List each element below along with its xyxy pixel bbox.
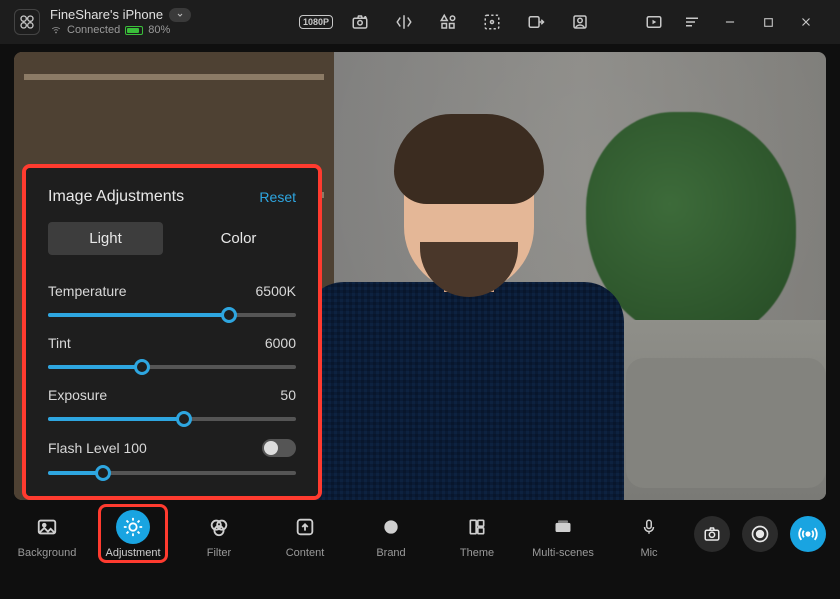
nav-background[interactable]: Background xyxy=(14,510,80,559)
snapshot-button[interactable] xyxy=(694,516,730,552)
nav-theme[interactable]: Theme xyxy=(444,510,510,559)
record-button[interactable] xyxy=(742,516,778,552)
chevron-down-icon xyxy=(169,8,191,22)
brand-icon xyxy=(374,510,408,544)
mic-icon xyxy=(632,510,666,544)
tab-color[interactable]: Color xyxy=(181,222,296,255)
tint-control: Tint 6000 xyxy=(48,335,296,375)
export-icon[interactable] xyxy=(526,13,546,31)
tint-slider[interactable] xyxy=(48,359,296,375)
library-icon[interactable] xyxy=(644,13,664,31)
theme-icon xyxy=(460,510,494,544)
image-icon xyxy=(30,510,64,544)
reset-button[interactable]: Reset xyxy=(259,189,296,205)
exposure-value: 50 xyxy=(280,387,296,403)
video-preview: Image Adjustments Reset Light Color Temp… xyxy=(14,52,826,500)
scenes-icon xyxy=(546,510,580,544)
status-text: Connected xyxy=(67,24,120,36)
nav-multiscenes[interactable]: Multi-scenes xyxy=(530,510,596,559)
minimize-button[interactable] xyxy=(720,13,740,31)
tab-light[interactable]: Light xyxy=(48,222,163,255)
image-adjustments-panel: Image Adjustments Reset Light Color Temp… xyxy=(22,164,322,500)
nav-content[interactable]: Content xyxy=(272,510,338,559)
nav-filter[interactable]: Filter xyxy=(186,510,252,559)
temperature-slider[interactable] xyxy=(48,307,296,323)
flash-label: Flash Level 100 xyxy=(48,440,147,456)
device-selector[interactable]: FineShare's iPhone xyxy=(50,8,191,22)
menu-icon[interactable] xyxy=(682,13,702,31)
device-name: FineShare's iPhone xyxy=(50,8,163,22)
tint-label: Tint xyxy=(48,335,71,351)
temperature-control: Temperature 6500K xyxy=(48,283,296,323)
panel-title: Image Adjustments xyxy=(48,188,184,206)
flash-control: Flash Level 100 xyxy=(48,439,296,481)
close-button[interactable] xyxy=(796,13,816,31)
maximize-button[interactable] xyxy=(758,13,778,31)
battery-text: 80% xyxy=(148,24,170,36)
flash-slider[interactable] xyxy=(48,465,296,481)
temperature-value: 6500K xyxy=(256,283,296,299)
exposure-control: Exposure 50 xyxy=(48,387,296,427)
upload-icon xyxy=(288,510,322,544)
exposure-slider[interactable] xyxy=(48,411,296,427)
battery-icon xyxy=(125,26,143,35)
screenshot-icon[interactable] xyxy=(482,13,502,31)
portrait-icon[interactable] xyxy=(570,13,590,31)
filter-icon xyxy=(202,510,236,544)
resolution-button[interactable]: 1080P xyxy=(306,13,326,31)
flash-toggle[interactable] xyxy=(262,439,296,457)
nav-adjustment[interactable]: Adjustment xyxy=(100,506,166,561)
app-logo xyxy=(14,9,40,35)
shapes-icon[interactable] xyxy=(438,13,458,31)
stream-button[interactable] xyxy=(790,516,826,552)
exposure-label: Exposure xyxy=(48,387,107,403)
tint-value: 6000 xyxy=(265,335,296,351)
wifi-icon xyxy=(50,25,62,35)
title-bar: FineShare's iPhone Connected 80% 1080P xyxy=(0,0,840,44)
temperature-label: Temperature xyxy=(48,283,127,299)
mirror-icon[interactable] xyxy=(394,13,414,31)
connection-status: Connected 80% xyxy=(50,24,191,36)
camera-add-icon[interactable] xyxy=(350,13,370,31)
sun-icon xyxy=(116,510,150,544)
bottom-toolbar: Background Adjustment Filter Content Bra… xyxy=(0,500,840,561)
nav-mic[interactable]: Mic xyxy=(616,510,682,559)
nav-brand[interactable]: Brand xyxy=(358,510,424,559)
